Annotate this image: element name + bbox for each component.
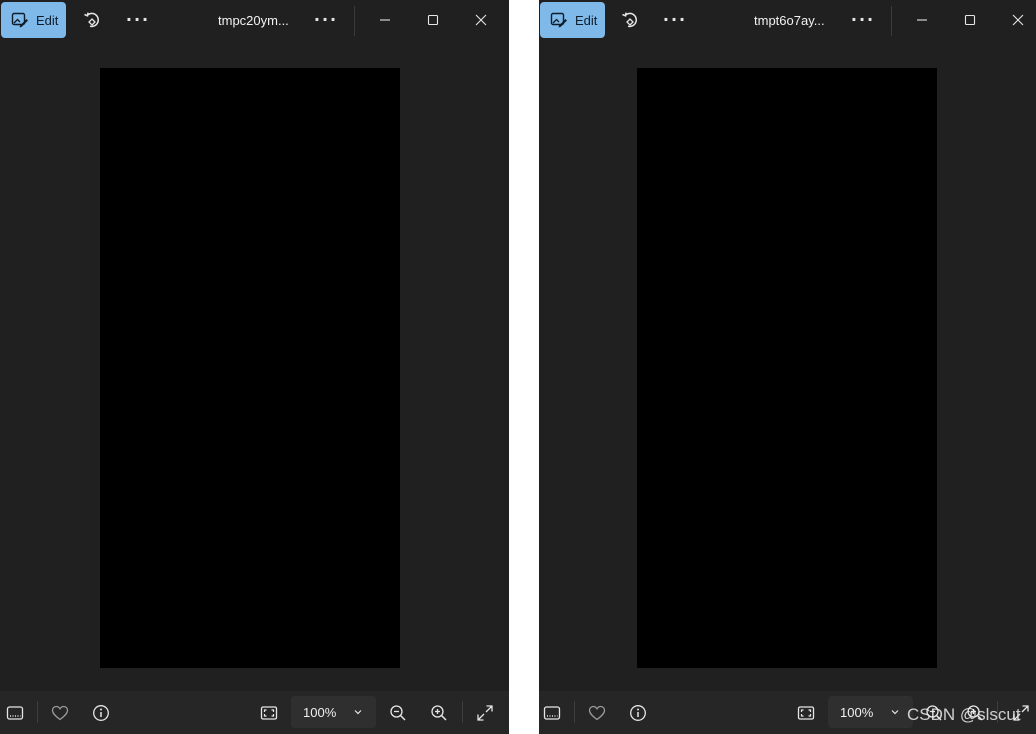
chevron-down-icon	[890, 707, 900, 717]
divider	[891, 6, 892, 36]
window-title: tmpc20ym...	[218, 13, 289, 28]
divider	[574, 701, 575, 723]
minimize-icon[interactable]	[373, 8, 397, 32]
bottom-toolbar: 100%	[0, 691, 509, 734]
minimize-icon[interactable]	[910, 8, 934, 32]
edit-label: Edit	[575, 12, 598, 28]
close-icon[interactable]	[469, 8, 493, 32]
more-options-icon[interactable]: ···	[126, 8, 150, 32]
image-viewport[interactable]	[637, 68, 937, 668]
maximize-icon[interactable]	[958, 8, 982, 32]
image-viewport[interactable]	[100, 68, 400, 668]
title-bar: Edit ··· tmpt6o7ay... ···	[539, 0, 1036, 40]
photos-window-left: Edit ··· tmpc20ym... ··· 100%	[0, 0, 509, 734]
more-options-icon[interactable]: ···	[663, 8, 687, 32]
title-more-icon[interactable]: ···	[851, 8, 875, 32]
divider	[37, 701, 38, 723]
chevron-down-icon	[353, 707, 363, 717]
zoom-out-icon[interactable]	[387, 702, 409, 724]
favorite-heart-icon[interactable]	[586, 702, 608, 724]
info-icon[interactable]	[627, 702, 649, 724]
edit-image-icon	[549, 10, 569, 30]
photos-window-right: Edit ··· tmpt6o7ay... ··· 100%	[539, 0, 1036, 734]
window-title: tmpt6o7ay...	[754, 13, 825, 28]
edit-image-icon	[10, 10, 30, 30]
fit-to-window-icon[interactable]	[258, 702, 280, 724]
edit-label: Edit	[36, 12, 59, 28]
divider	[462, 701, 463, 723]
favorite-heart-icon[interactable]	[49, 702, 71, 724]
zoom-value: 100%	[840, 704, 874, 720]
info-icon[interactable]	[90, 702, 112, 724]
maximize-icon[interactable]	[421, 8, 445, 32]
title-bar: Edit ··· tmpc20ym... ···	[0, 0, 509, 40]
fullscreen-icon[interactable]	[474, 702, 496, 724]
divider	[354, 6, 355, 36]
filmstrip-icon[interactable]	[4, 702, 26, 724]
zoom-level-dropdown[interactable]: 100%	[291, 696, 376, 728]
rotate-icon[interactable]	[618, 8, 642, 32]
fit-to-window-icon[interactable]	[795, 702, 817, 724]
edit-button[interactable]: Edit	[540, 2, 605, 38]
zoom-in-icon[interactable]	[428, 702, 450, 724]
edit-button[interactable]: Edit	[1, 2, 66, 38]
zoom-level-dropdown[interactable]: 100%	[828, 696, 913, 728]
watermark: CSDN @slscut	[907, 705, 1021, 724]
close-icon[interactable]	[1006, 8, 1030, 32]
filmstrip-icon[interactable]	[541, 702, 563, 724]
zoom-value: 100%	[303, 704, 337, 720]
rotate-icon[interactable]	[80, 8, 104, 32]
title-more-icon[interactable]: ···	[314, 8, 338, 32]
